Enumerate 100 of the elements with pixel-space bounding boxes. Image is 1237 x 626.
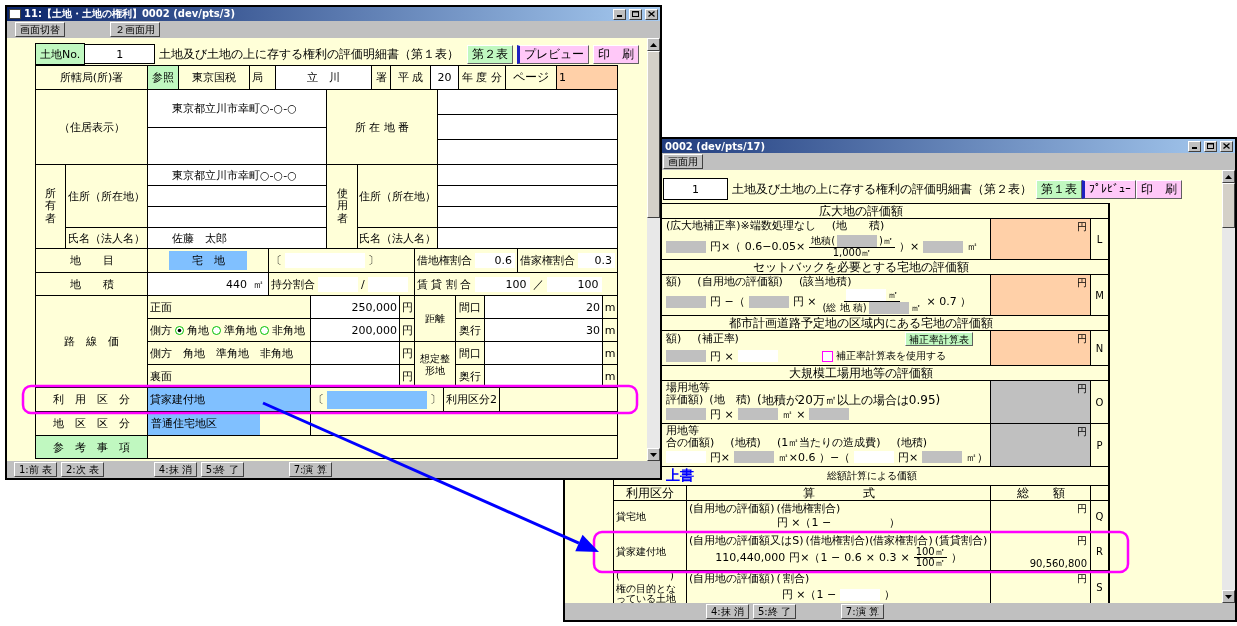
input-field[interactable] <box>148 127 326 164</box>
input-field[interactable]: 250,000 <box>311 296 399 318</box>
toolbar-button[interactable]: 画面切替 <box>15 22 65 37</box>
print-button[interactable]: 印 刷 <box>593 44 640 64</box>
function-key-button[interactable]: 7:演 算 <box>840 604 884 619</box>
input-field[interactable]: 20 <box>485 296 602 318</box>
input-field[interactable]: 1 <box>663 178 728 200</box>
input-field[interactable] <box>311 342 399 364</box>
preview-button[interactable]: ﾌﾟﾚﾋﾞｭｰ <box>1082 179 1136 199</box>
amount-field[interactable]: 円 <box>991 331 1090 365</box>
amount-field[interactable]: 円 <box>991 219 1090 259</box>
input-field[interactable] <box>748 295 789 308</box>
input-field[interactable] <box>148 207 326 227</box>
amount-field[interactable]: 円 90,560,800 <box>991 533 1090 570</box>
function-key-button[interactable]: 2:次 表 <box>60 462 104 477</box>
input-field[interactable] <box>854 451 894 463</box>
input-field[interactable] <box>438 115 617 139</box>
input-field[interactable]: 200,000 <box>311 319 399 341</box>
reference-button[interactable]: 参照 <box>148 66 178 89</box>
scroll-down-button[interactable] <box>647 448 660 461</box>
input-field[interactable]: 立 川 <box>276 66 371 89</box>
preview-button[interactable]: プレビュー <box>517 44 590 64</box>
scrollbar-thumb[interactable] <box>647 51 660 218</box>
input-field[interactable]: 30 <box>485 319 602 341</box>
maximize-button[interactable] <box>629 8 642 20</box>
scroll-up-button[interactable] <box>647 38 660 51</box>
input-field[interactable]: 東京都立川市幸町○-○-○ <box>148 165 326 185</box>
amount-field[interactable]: 円 <box>991 424 1090 466</box>
amount-field[interactable]: 円 <box>991 275 1090 315</box>
function-key-button[interactable]: 4:抹 消 <box>153 462 197 477</box>
input-field[interactable] <box>666 295 706 308</box>
radio-button[interactable] <box>212 325 221 335</box>
minimize-button[interactable] <box>613 8 626 20</box>
input-field[interactable]: 100 <box>474 276 530 292</box>
input-field[interactable] <box>438 140 617 164</box>
radio-button[interactable] <box>175 325 184 335</box>
input-field[interactable] <box>438 165 617 185</box>
input-field[interactable] <box>485 342 602 364</box>
amount-field[interactable]: 円 <box>991 571 1090 603</box>
function-key-button[interactable]: 5:終 了 <box>752 604 796 619</box>
input-field[interactable] <box>809 408 850 420</box>
minimize-button[interactable] <box>1188 140 1201 152</box>
function-key-button[interactable]: 7:演 算 <box>288 462 332 477</box>
sheet-button[interactable]: 第１表 <box>1036 179 1082 199</box>
input-field[interactable] <box>868 302 909 314</box>
input-field[interactable]: 佐藤 太郎 <box>148 228 326 248</box>
calc-table-button[interactable]: 補正率計算表 <box>904 332 973 346</box>
close-button[interactable] <box>1220 140 1233 152</box>
input-field[interactable] <box>737 350 778 362</box>
dropdown-field[interactable] <box>327 390 427 409</box>
function-key-button[interactable]: 5:終 了 <box>200 462 244 477</box>
input-field[interactable]: 0.6 <box>475 253 515 268</box>
input-field[interactable]: 東京都立川市幸町○-○-○ <box>148 90 326 127</box>
scrollbar-thumb[interactable] <box>1222 183 1235 228</box>
input-field[interactable] <box>311 365 399 387</box>
radio-button[interactable] <box>260 325 269 335</box>
dropdown-field[interactable]: 普通住宅地区 <box>148 412 260 435</box>
scroll-down-button[interactable] <box>1222 590 1235 603</box>
input-field[interactable] <box>666 350 706 362</box>
scroll-up-button[interactable] <box>1222 170 1235 183</box>
print-button[interactable]: 印 刷 <box>1136 179 1182 199</box>
sheet-button[interactable]: 第２表 <box>467 44 514 64</box>
input-field[interactable]: 0.3 <box>578 253 615 268</box>
input-field[interactable] <box>438 228 617 248</box>
input-field[interactable] <box>148 186 326 206</box>
input-field[interactable] <box>438 186 617 206</box>
input-field[interactable] <box>845 289 886 301</box>
input-field[interactable] <box>666 240 706 253</box>
toolbar-button[interactable]: ２画面用 <box>110 22 160 37</box>
input-field[interactable] <box>367 276 408 292</box>
input-field[interactable] <box>485 365 602 387</box>
input-field[interactable] <box>666 451 706 463</box>
scrollbar[interactable] <box>1222 170 1235 603</box>
input-field[interactable]: 440 <box>148 273 253 295</box>
input-field[interactable] <box>734 451 774 463</box>
input-field[interactable] <box>923 240 964 253</box>
input-field[interactable] <box>737 408 778 420</box>
input-field[interactable] <box>285 253 365 268</box>
input-field[interactable] <box>837 235 878 247</box>
function-key-button[interactable]: 1:前 表 <box>14 462 57 477</box>
input-field[interactable]: 100 <box>546 276 602 292</box>
input-field[interactable]: 1 <box>557 66 617 89</box>
amount-field[interactable]: 円 <box>991 381 1090 423</box>
input-field[interactable]: 1 <box>85 44 156 64</box>
input-field[interactable] <box>438 207 617 227</box>
scrollbar[interactable] <box>647 38 660 461</box>
dropdown-field[interactable]: 貸家建付地 <box>148 388 310 411</box>
maximize-button[interactable] <box>1204 140 1217 152</box>
input-field[interactable] <box>318 276 358 292</box>
dropdown-field[interactable]: 宅 地 <box>169 251 247 270</box>
input-field[interactable] <box>922 451 962 463</box>
input-field[interactable] <box>666 408 706 420</box>
close-button[interactable] <box>645 8 658 20</box>
input-field[interactable] <box>840 588 881 601</box>
input-field[interactable] <box>438 90 617 114</box>
function-key-button[interactable]: 4:抹 消 <box>706 604 749 619</box>
input-field[interactable]: 20 <box>431 66 458 89</box>
amount-field[interactable]: 円 <box>991 501 1090 532</box>
toolbar-button[interactable]: 画面用 <box>663 154 703 169</box>
checkbox[interactable] <box>821 350 833 362</box>
